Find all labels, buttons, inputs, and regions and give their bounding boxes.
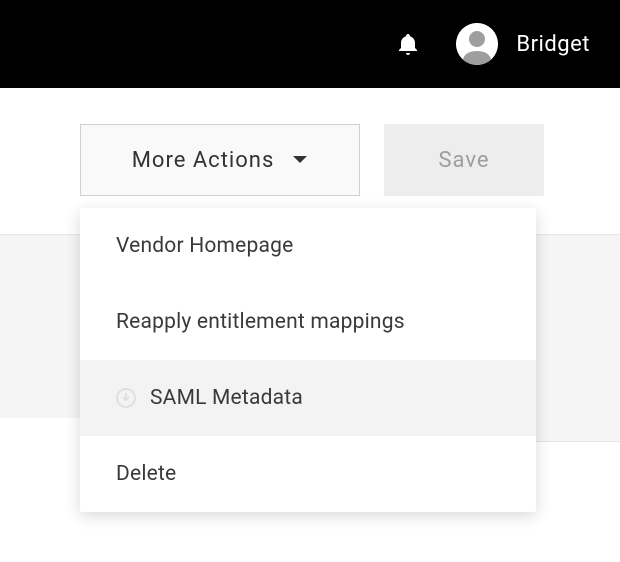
more-actions-label: More Actions xyxy=(132,148,275,173)
avatar xyxy=(456,23,498,65)
dropdown-item-label: Reapply entitlement mappings xyxy=(116,310,405,334)
save-button: Save xyxy=(384,124,544,196)
dropdown-item-label: SAML Metadata xyxy=(150,386,303,410)
toolbar: More Actions Save xyxy=(80,124,544,196)
username: Bridget xyxy=(516,32,590,57)
background-strip xyxy=(0,418,80,490)
dropdown-item-saml-metadata[interactable]: SAML Metadata xyxy=(80,360,536,436)
more-actions-dropdown: Vendor Homepage Reapply entitlement mapp… xyxy=(80,208,536,512)
dropdown-item-label: Delete xyxy=(116,462,176,486)
top-header: Bridget xyxy=(0,0,620,88)
download-icon xyxy=(116,388,136,408)
dropdown-item-label: Vendor Homepage xyxy=(116,234,293,258)
more-actions-button[interactable]: More Actions xyxy=(80,124,360,196)
dropdown-item-delete[interactable]: Delete xyxy=(80,436,536,512)
dropdown-item-reapply-entitlement-mappings[interactable]: Reapply entitlement mappings xyxy=(80,284,536,360)
content-area: More Actions Save Vendor Homepage Reappl… xyxy=(0,88,620,562)
save-label: Save xyxy=(438,148,489,173)
user-area[interactable]: Bridget xyxy=(456,23,590,65)
caret-down-icon xyxy=(292,155,308,165)
dropdown-item-vendor-homepage[interactable]: Vendor Homepage xyxy=(80,208,536,284)
notification-bell-icon[interactable] xyxy=(396,31,420,57)
